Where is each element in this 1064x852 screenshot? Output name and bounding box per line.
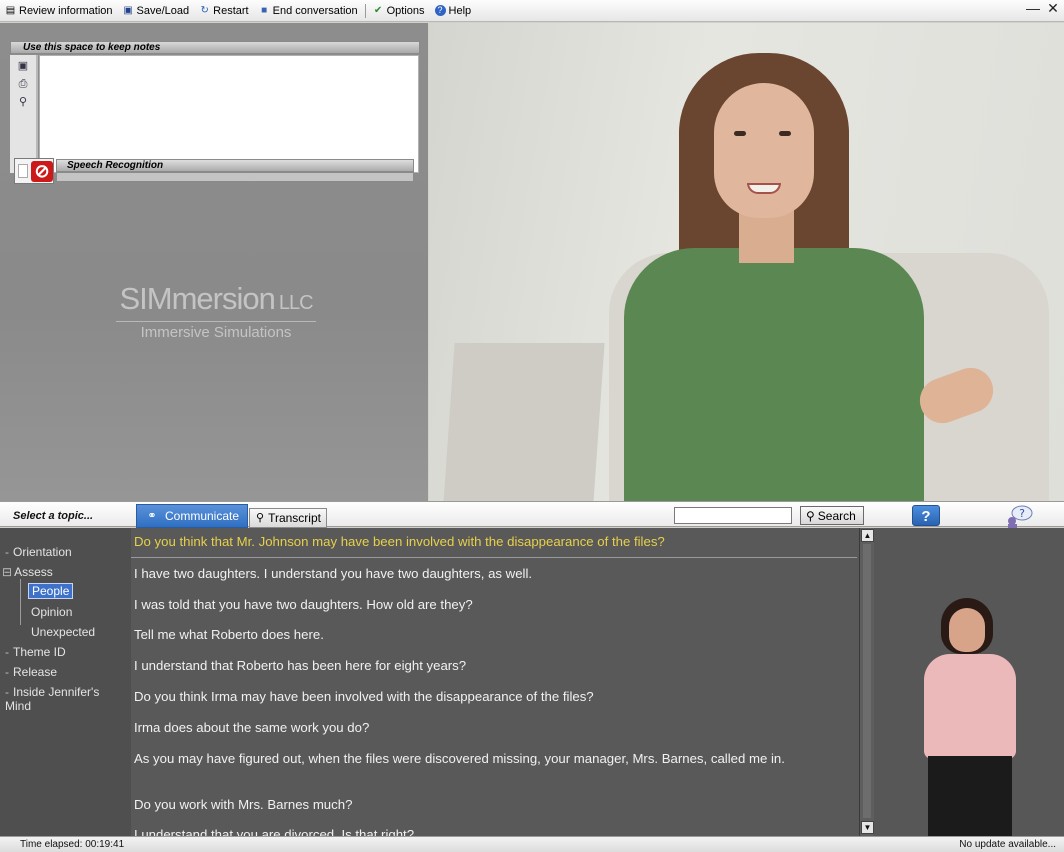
preview-notes-icon[interactable]: ⚲ xyxy=(16,95,30,109)
tree-dash-icon: - xyxy=(5,665,9,679)
tree-item-people[interactable]: People xyxy=(28,583,74,599)
speech-level-bar xyxy=(56,172,414,182)
topic-tree: - Orientation ⊟ Assess People Opinion Unex… xyxy=(0,528,131,836)
logo-tagline: Immersive Simulations xyxy=(116,321,316,341)
menu-restart[interactable]: ↻ Restart xyxy=(194,1,253,21)
menu-review-information[interactable]: ▤ Review information xyxy=(0,1,118,21)
menu-end-conversation[interactable]: ■ End conversation xyxy=(254,1,363,21)
notes-header: Use this space to keep notes xyxy=(10,41,420,54)
tree-label: Inside Jennifer's Mind xyxy=(5,685,100,713)
search-button-label: Search xyxy=(817,508,856,523)
tree-item-release[interactable]: - Release xyxy=(5,665,57,679)
tree-item-orientation[interactable]: - Orientation xyxy=(5,545,72,559)
avatar-panel xyxy=(874,528,1064,836)
select-topic-label: Select a topic... xyxy=(13,510,94,522)
company-logo: SIMmersion LLC Immersive Simulations xyxy=(106,281,326,351)
menu-separator xyxy=(364,3,366,18)
tree-label: Theme ID xyxy=(13,645,66,659)
scroll-down-icon[interactable]: ▼ xyxy=(861,821,874,834)
question-item[interactable]: I understand that Roberto has been here … xyxy=(134,658,834,674)
question-item[interactable]: Do you think Irma may have been involved… xyxy=(134,689,834,705)
question-item[interactable]: Do you work with Mrs. Barnes much? xyxy=(134,797,834,813)
stop-icon: ■ xyxy=(261,5,268,16)
update-status: No update available... xyxy=(959,839,1056,850)
speech-recognition-panel: ⊘ Speech Recognition xyxy=(14,158,414,184)
review-icon: ▤ xyxy=(5,5,16,16)
help-button[interactable]: ? xyxy=(912,505,940,526)
tab-transcript-label: Transcript xyxy=(268,511,321,525)
left-panel: Use this space to keep notes ▣ ⎙ ⚲ ⊘ Spe… xyxy=(0,23,428,501)
scroll-up-icon[interactable]: ▲ xyxy=(861,529,874,542)
menu-help[interactable]: ? Help xyxy=(430,1,477,21)
tree-label: Release xyxy=(13,665,58,679)
collapse-icon: ⊟ xyxy=(2,565,13,579)
tree-item-inside-jennifers-mind[interactable]: - Inside Jennifer's Mind xyxy=(5,685,115,713)
tree-item-assess[interactable]: ⊟ Assess xyxy=(2,565,53,579)
question-item[interactable]: I understand that you are divorced. Is t… xyxy=(134,827,834,836)
tab-communicate-label: Communicate xyxy=(165,509,240,523)
window-controls: — ✕ xyxy=(1026,0,1060,17)
notes-panel: Use this space to keep notes ▣ ⎙ ⚲ xyxy=(10,41,420,174)
time-elapsed: Time elapsed: 00:19:41 xyxy=(20,839,125,850)
print-notes-icon[interactable]: ⎙ xyxy=(16,77,30,91)
menu-bar: ▤ Review information ▣ Save/Load ↻ Resta… xyxy=(0,0,1064,22)
search-input[interactable] xyxy=(674,507,792,524)
menu-options[interactable]: ✔ Options xyxy=(368,1,430,21)
menu-save-load-label: Save/Load xyxy=(136,4,190,17)
menu-save-load[interactable]: ▣ Save/Load xyxy=(118,1,195,21)
tab-bar: Select a topic... ⚭ Communicate ⚲ Transc… xyxy=(0,501,1064,528)
svg-text:?: ? xyxy=(1019,507,1025,520)
menu-help-label: Help xyxy=(448,4,472,17)
search-button[interactable]: ⚲ Search xyxy=(800,506,864,525)
disabled-icon: ⊘ xyxy=(31,161,53,182)
guide-avatar xyxy=(914,596,1026,836)
menu-end-conversation-label: End conversation xyxy=(272,4,358,17)
assistant-icon[interactable]: ? xyxy=(1003,504,1035,528)
menu-options-label: Options xyxy=(386,4,425,17)
menu-review-information-label: Review information xyxy=(19,4,113,17)
menu-restart-label: Restart xyxy=(213,4,249,17)
speech-recognition-header: Speech Recognition xyxy=(56,159,414,172)
tree-label: Orientation xyxy=(13,545,72,559)
tab-transcript[interactable]: ⚲ Transcript xyxy=(249,508,327,528)
microphone-icon xyxy=(18,164,28,178)
scroll-track[interactable] xyxy=(863,544,871,818)
restart-icon: ↻ xyxy=(200,5,209,16)
speech-toggle-button[interactable]: ⊘ xyxy=(14,158,54,184)
minimize-icon[interactable]: — xyxy=(1026,0,1040,17)
check-icon: ✔ xyxy=(373,5,383,16)
tree-dash-icon: - xyxy=(5,685,9,699)
tree-label: Assess xyxy=(14,565,53,579)
magnifier-icon: ⚲ xyxy=(256,512,265,524)
tree-dash-icon: - xyxy=(5,645,9,659)
save-notes-icon[interactable]: ▣ xyxy=(16,59,30,73)
notes-textarea[interactable] xyxy=(39,55,419,173)
tree-item-unexpected[interactable]: Unexpected xyxy=(31,625,95,639)
tree-item-theme-id[interactable]: - Theme ID xyxy=(5,645,66,659)
question-item[interactable]: I was told that you have two daughters. … xyxy=(134,597,834,613)
question-list: Do you think that Mr. Johnson may have b… xyxy=(131,528,859,836)
question-item[interactable]: I have two daughters. I understand you h… xyxy=(134,566,834,582)
question-item[interactable]: Tell me what Roberto does here. xyxy=(134,627,834,643)
notes-toolbar: ▣ ⎙ ⚲ xyxy=(10,55,38,173)
question-item[interactable]: Irma does about the same work you do? xyxy=(134,720,834,736)
logo-main-text: SIMmersion xyxy=(119,281,275,316)
tree-dash-icon: - xyxy=(5,545,9,559)
character-video xyxy=(429,23,1064,501)
help-icon: ? xyxy=(434,5,446,16)
tree-item-opinion[interactable]: Opinion xyxy=(31,605,72,619)
search-icon: ⚲ xyxy=(806,508,815,523)
question-item[interactable]: As you may have figured out, when the fi… xyxy=(134,751,824,767)
close-icon[interactable]: ✕ xyxy=(1046,0,1060,17)
disk-icon: ▣ xyxy=(123,5,133,16)
headset-icon: ⚭ xyxy=(147,510,157,522)
logo-suffix: LLC xyxy=(278,292,314,314)
question-item[interactable]: Do you think that Mr. Johnson may have b… xyxy=(134,534,834,550)
status-bar: Time elapsed: 00:19:41 No update availab… xyxy=(0,836,1064,852)
tab-communicate[interactable]: ⚭ Communicate xyxy=(136,504,248,528)
question-scrollbar[interactable]: ▲ ▼ xyxy=(859,528,874,836)
